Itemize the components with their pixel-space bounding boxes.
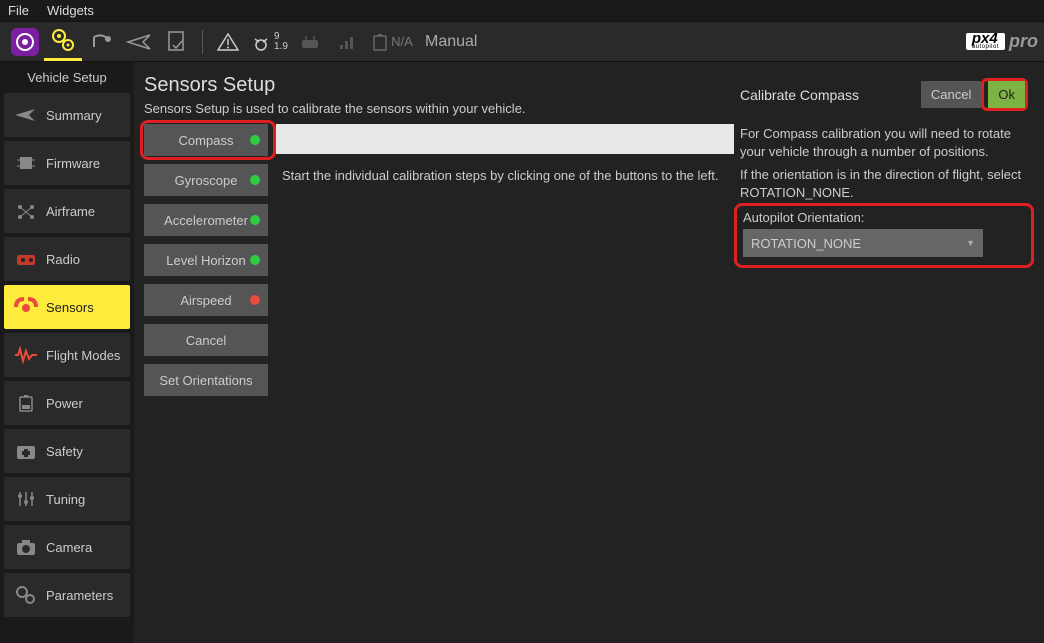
gears-icon: [12, 581, 40, 609]
highlight-compass-annotation: Compass: [140, 120, 276, 160]
camera-icon: [12, 533, 40, 561]
cancel-cal-button[interactable]: Cancel: [144, 324, 268, 356]
flight-mode-label[interactable]: Manual: [425, 33, 477, 51]
orientation-label: Autopilot Orientation:: [743, 210, 1025, 225]
compass-button[interactable]: Compass: [144, 124, 268, 156]
sat-count-bot: 1.9: [274, 42, 288, 52]
battery-icon: [12, 389, 40, 417]
medkit-icon: [12, 437, 40, 465]
sidebar-item-label: Sensors: [46, 300, 94, 315]
satellite-icon[interactable]: 9 1.9: [247, 23, 291, 61]
page-title: Sensors Setup: [144, 74, 734, 97]
chip-icon: [12, 149, 40, 177]
sensors-icon: [12, 293, 40, 321]
orientation-value: ROTATION_NONE: [751, 236, 861, 251]
battery-na: N/A: [391, 34, 413, 49]
page-subtitle: Sensors Setup is used to calibrate the s…: [144, 101, 734, 116]
sidebar-item-label: Radio: [46, 252, 80, 267]
sidebar-item-label: Summary: [46, 108, 102, 123]
instruction-bar: [276, 124, 734, 154]
plane-icon[interactable]: [120, 23, 158, 61]
sidebar-item-summary[interactable]: Summary: [4, 93, 130, 137]
sidebar-item-radio[interactable]: Radio: [4, 237, 130, 281]
chevron-down-icon: ▼: [966, 238, 975, 248]
right-panel: Calibrate Compass Cancel Ok For Compass …: [734, 74, 1034, 631]
toolbar: 9 1.9 N/A Manual px4 autopilot pro: [0, 22, 1044, 62]
menubar: File Widgets: [0, 0, 1044, 22]
sidebar-item-safety[interactable]: Safety: [4, 429, 130, 473]
drone-icon: [12, 197, 40, 225]
sidebar-item-sensors[interactable]: Sensors: [4, 285, 130, 329]
orientation-select[interactable]: ROTATION_NONE ▼: [743, 229, 983, 257]
sidebar-item-label: Camera: [46, 540, 92, 555]
status-dot-green: [250, 255, 260, 265]
px4-logo: px4 autopilot: [966, 33, 1005, 50]
plane-icon: [12, 101, 40, 129]
sidebar-title: Vehicle Setup: [0, 66, 134, 93]
sidebar-item-parameters[interactable]: Parameters: [4, 573, 130, 617]
sidebar-item-camera[interactable]: Camera: [4, 525, 130, 569]
sidebar-item-label: Flight Modes: [46, 348, 120, 363]
menu-file[interactable]: File: [8, 3, 29, 18]
highlight-ok-annotation: Ok: [981, 78, 1028, 111]
panel-ok-button[interactable]: Ok: [988, 81, 1025, 108]
pro-label: pro: [1009, 31, 1038, 52]
instruction-text: Start the individual calibration steps b…: [276, 164, 734, 183]
panel-text-1: For Compass calibration you will need to…: [740, 125, 1028, 160]
status-dot-green: [250, 215, 260, 225]
sidebar-item-label: Airframe: [46, 204, 95, 219]
setup-gears-icon[interactable]: [44, 23, 82, 61]
document-check-icon[interactable]: [158, 23, 196, 61]
airspeed-button[interactable]: Airspeed: [144, 284, 268, 316]
level-horizon-button[interactable]: Level Horizon: [144, 244, 268, 276]
sidebar-item-label: Firmware: [46, 156, 100, 171]
sidebar-item-power[interactable]: Power: [4, 381, 130, 425]
toolbar-separator: [202, 30, 203, 54]
sliders-icon: [12, 485, 40, 513]
highlight-orientation-annotation: Autopilot Orientation: ROTATION_NONE ▼: [734, 203, 1034, 268]
set-orientations-button[interactable]: Set Orientations: [144, 364, 268, 396]
gyroscope-button[interactable]: Gyroscope: [144, 164, 268, 196]
sidebar: Vehicle Setup Summary Firmware Airframe …: [0, 62, 134, 643]
status-dot-red: [250, 295, 260, 305]
waypoint-icon[interactable]: [82, 23, 120, 61]
sat-count-top: 9: [274, 32, 288, 42]
panel-title: Calibrate Compass: [740, 87, 917, 103]
panel-cancel-button[interactable]: Cancel: [921, 81, 981, 108]
sidebar-item-flightmodes[interactable]: Flight Modes: [4, 333, 130, 377]
sidebar-item-label: Parameters: [46, 588, 113, 603]
radio-icon: [12, 245, 40, 273]
sidebar-item-tuning[interactable]: Tuning: [4, 477, 130, 521]
status-dot-green: [250, 135, 260, 145]
toolbar-right: px4 autopilot pro: [966, 31, 1038, 52]
waveform-icon: [12, 341, 40, 369]
sidebar-item-label: Tuning: [46, 492, 85, 507]
warning-triangle-icon[interactable]: [209, 23, 247, 61]
app-logo-icon[interactable]: [6, 23, 44, 61]
sidebar-item-airframe[interactable]: Airframe: [4, 189, 130, 233]
sidebar-item-firmware[interactable]: Firmware: [4, 141, 130, 185]
battery-icon: N/A: [367, 23, 417, 61]
rc-icon: [291, 23, 329, 61]
status-dot-green: [250, 175, 260, 185]
sidebar-item-label: Safety: [46, 444, 83, 459]
signal-bars-icon: [329, 23, 367, 61]
accelerometer-button[interactable]: Accelerometer: [144, 204, 268, 236]
menu-widgets[interactable]: Widgets: [47, 3, 94, 18]
panel-text-2: If the orientation is in the direction o…: [740, 166, 1028, 201]
sidebar-item-label: Power: [46, 396, 83, 411]
